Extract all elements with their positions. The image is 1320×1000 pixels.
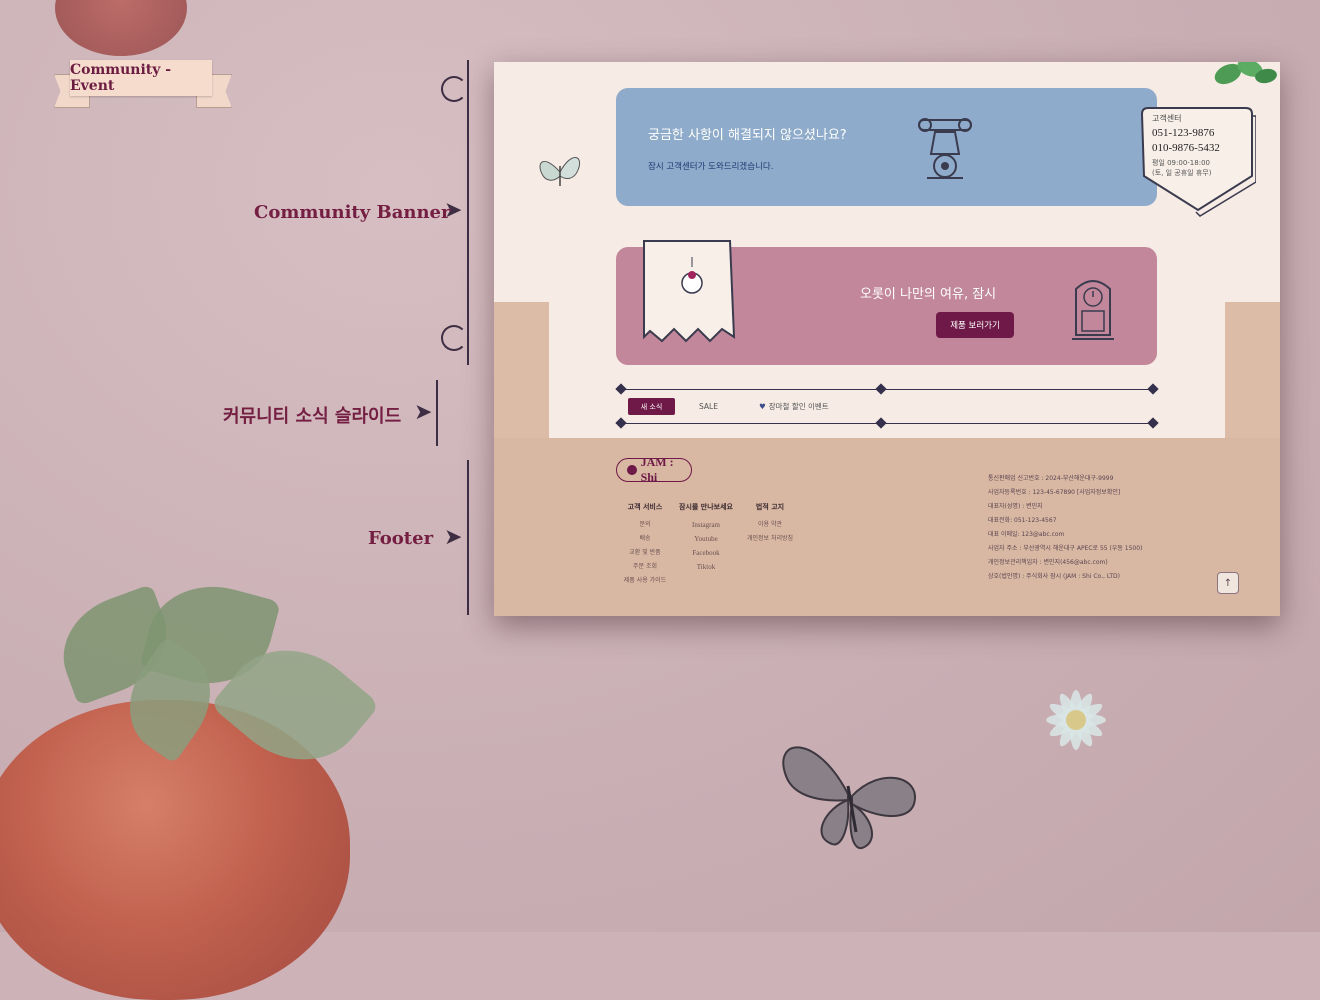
footer-link-tiktok[interactable]: Tiktok — [674, 560, 738, 574]
info-line: 사업자등록번호 : 123-45-67890 [사업자정보확인] — [988, 489, 1121, 496]
footer-link-terms[interactable]: 이용 약관 — [742, 518, 798, 532]
label-community-banner: Community Banner — [254, 202, 451, 223]
info-line: 대표전화: 051-123-4567 — [988, 517, 1057, 524]
cs-card-label: 고객센터 — [1152, 114, 1182, 123]
product-banner[interactable]: 오롯이 나만의 여유, 잠시 제품 보러가기 — [616, 240, 1157, 365]
product-banner-title: 오롯이 나만의 여유, 잠시 — [860, 287, 997, 302]
company-info: 통신판매업 신고번호 : 2024-부산해운대구-9999 사업자등록번호 : … — [988, 472, 1142, 584]
page-title-ribbon: Community - Event — [70, 60, 212, 96]
site-mockup: 궁금한 사항이 해결되지 않으셨나요? 잠시 고객센터가 도와드리겠습니다. 고… — [494, 62, 1280, 616]
footer-link[interactable]: 주문 조회 — [622, 560, 668, 574]
logo-mark-icon — [627, 465, 637, 475]
pocket-watch-scroll-icon — [643, 240, 736, 343]
section-bracket — [467, 60, 469, 365]
arrow-icon: ➤ — [444, 525, 463, 550]
cs-banner-title: 궁금한 사항이 해결되지 않으셨나요? — [648, 128, 847, 143]
label-footer: Footer — [368, 528, 434, 549]
footer-logo[interactable]: JAM : Shi — [616, 455, 692, 484]
logo-text: JAM : Shi — [640, 455, 674, 484]
info-line: 대표자(성명) : 변민지 — [988, 503, 1043, 510]
footer-link-youtube[interactable]: Youtube — [674, 532, 738, 546]
flower-decoration — [1046, 690, 1106, 750]
footer-link-instagram[interactable]: Instagram — [674, 518, 738, 532]
heart-icon: ♥ — [759, 402, 766, 411]
footer-link[interactable]: 배송 — [622, 532, 668, 546]
tab-sale[interactable]: SALE — [699, 398, 718, 415]
telephone-icon — [918, 118, 972, 179]
footer-col-heading: 고객 서비스 — [627, 503, 663, 511]
footer-link-privacy[interactable]: 개인정보 처리방침 — [742, 532, 798, 546]
info-line: 상호(법인명) : 주식회사 잠시 (JAM : Shi Co., LTD) — [988, 573, 1120, 580]
customer-service-banner[interactable]: 궁금한 사항이 해결되지 않으셨나요? 잠시 고객센터가 도와드리겠습니다. 고… — [616, 88, 1256, 217]
clock-icon — [1072, 280, 1114, 340]
info-line: 사업자 주소 : 부산광역시 해운대구 APEC로 55 (우동 1500) — [988, 545, 1143, 552]
footer-col-legal: 법적 고지 이용 약관 개인정보 처리방침 — [742, 502, 798, 546]
footer-link[interactable]: 제품 사용 가이드 — [622, 574, 668, 588]
cs-hours: 평일 09:00-18:00 — [1152, 159, 1210, 167]
page-title: Community - Event — [70, 62, 172, 94]
footer-link-facebook[interactable]: Facebook — [674, 546, 738, 560]
info-line: 통신판매업 신고번호 : 2024-부산해운대구-9999 — [988, 475, 1114, 482]
label-news-slide: 커뮤니티 소식 슬라이드 — [223, 406, 402, 427]
curl-ornament — [441, 325, 467, 351]
section-bracket — [436, 380, 438, 446]
footer-link[interactable]: 문의 — [622, 518, 668, 532]
butterfly-decoration — [782, 746, 916, 850]
tab-news[interactable]: 새 소식 — [628, 398, 675, 415]
tab-event-label: 장마철 할인 이벤트 — [768, 402, 829, 411]
arrow-icon: ➤ — [414, 400, 433, 425]
cs-hours-note: (토, 일 공휴일 휴무) — [1152, 169, 1212, 177]
envelope-flap — [494, 302, 549, 438]
cs-phone-1: 051-123-9876 — [1152, 127, 1215, 139]
cs-phone-2: 010-9876-5432 — [1152, 142, 1220, 154]
footer-col-heading: 법적 고지 — [755, 503, 785, 511]
phone-info-card: 고객센터 051-123-9876 010-9876-5432 평일 09:00… — [1138, 106, 1256, 226]
curl-ornament — [441, 76, 467, 102]
footer-col-social: 잠시를 만나보세요 Instagram Youtube Facebook Tik… — [674, 502, 738, 574]
info-line: 개인정보관리책임자 : 변민지(456@abc.com) — [988, 559, 1108, 566]
envelope-flap — [1225, 302, 1280, 438]
info-line: 대표 이메일: 123@abc.com — [988, 531, 1065, 538]
cs-banner-subtitle: 잠시 고객센터가 도와드리겠습니다. — [648, 162, 774, 172]
scroll-top-button[interactable]: ↑ — [1217, 572, 1239, 594]
plant-decoration — [1214, 62, 1277, 85]
tab-event[interactable]: ♥ 장마철 할인 이벤트 — [759, 398, 829, 415]
view-products-button[interactable]: 제품 보러가기 — [936, 312, 1014, 338]
butterfly-decoration — [539, 157, 580, 186]
footer-col-heading: 잠시를 만나보세요 — [679, 503, 733, 511]
footer-link[interactable]: 교환 및 반품 — [622, 546, 668, 560]
section-bracket — [467, 460, 469, 615]
footer-col-service: 고객 서비스 문의 배송 교환 및 반품 주문 조회 제품 사용 가이드 — [622, 502, 668, 588]
